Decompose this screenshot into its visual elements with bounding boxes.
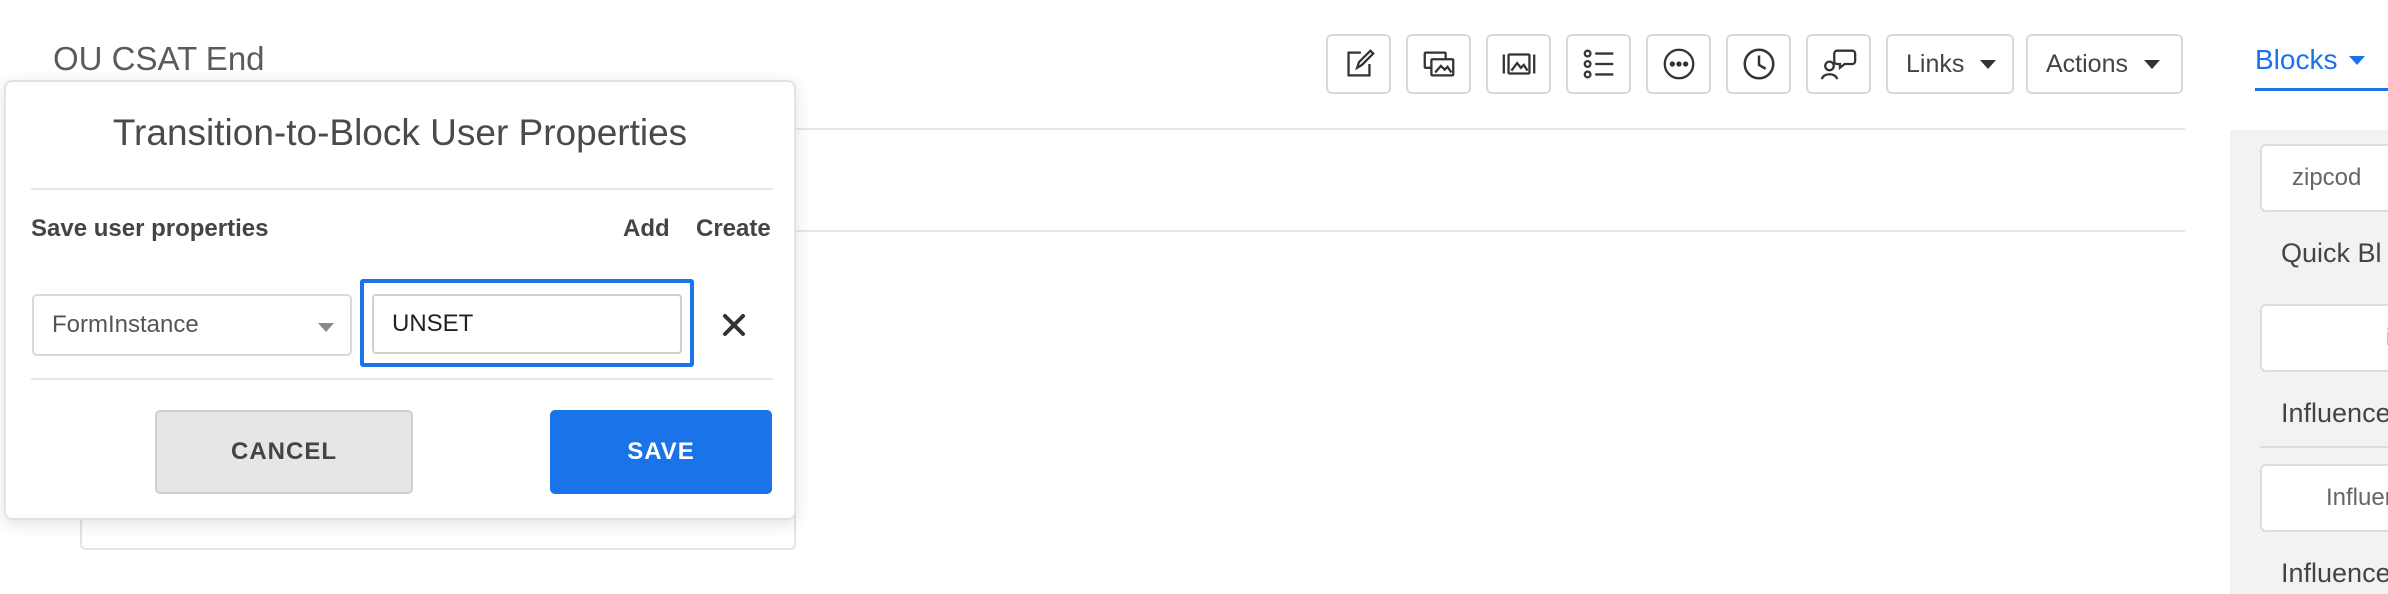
- media-icon: [1502, 53, 1535, 75]
- section-label: Influence: [2281, 558, 2388, 588]
- history-button[interactable]: [1726, 34, 1791, 94]
- more-icon: [1663, 48, 1694, 80]
- chat-user-button[interactable]: [1806, 34, 1871, 94]
- divider: [790, 230, 2185, 232]
- chevron-down-icon: [2143, 59, 2160, 69]
- property-value-input[interactable]: [372, 294, 682, 354]
- section-label: Influence: [2281, 398, 2388, 428]
- links-dropdown[interactable]: Links: [1886, 34, 2014, 94]
- actions-label: Actions: [2046, 49, 2128, 78]
- edit-icon: [1346, 49, 1375, 77]
- divider: [31, 378, 773, 380]
- close-icon: [723, 314, 745, 336]
- modal-title: Transition-to-Block User Properties: [112, 112, 688, 153]
- section-label: Quick Bl: [2281, 238, 2382, 268]
- save-button[interactable]: SAVE: [550, 410, 772, 494]
- list-button[interactable]: [1566, 34, 1631, 94]
- remove-property-button[interactable]: [716, 307, 752, 343]
- right-panel-tabbar: Blocks: [2230, 0, 2388, 130]
- create-link[interactable]: Create: [696, 215, 771, 243]
- property-select[interactable]: FormInstance: [32, 294, 352, 356]
- divider: [2260, 446, 2388, 448]
- active-tab-indicator: [2255, 88, 2388, 91]
- more-button[interactable]: [1646, 34, 1711, 94]
- divider: [790, 128, 2185, 130]
- gallery-button[interactable]: [1406, 34, 1471, 94]
- tab-blocks[interactable]: Blocks: [2255, 44, 2366, 76]
- cancel-button[interactable]: CANCEL: [155, 410, 413, 494]
- chevron-down-icon: [2349, 55, 2366, 65]
- media-button[interactable]: [1486, 34, 1551, 94]
- edit-button[interactable]: [1326, 34, 1391, 94]
- actions-dropdown[interactable]: Actions: [2026, 34, 2183, 94]
- chevron-down-icon: [1980, 59, 1997, 69]
- page-title: OU CSAT End: [53, 40, 265, 77]
- chevron-down-icon: [318, 323, 334, 332]
- save-user-properties-label: Save user properties: [31, 215, 269, 242]
- clock-icon: [1743, 48, 1774, 80]
- tab-blocks-label: Blocks: [2255, 44, 2338, 75]
- right-panel: Blocks zipcod Quick Bl in Influence Infl…: [2230, 0, 2388, 594]
- user-properties-modal: Transition-to-Block User Properties Save…: [4, 80, 796, 520]
- block-item[interactable]: Influen: [2260, 464, 2388, 532]
- add-link[interactable]: Add: [623, 215, 670, 243]
- block-search-input[interactable]: zipcod: [2260, 144, 2388, 212]
- links-label: Links: [1906, 49, 1965, 78]
- chat-user-icon: [1820, 49, 1856, 80]
- property-select-value: FormInstance: [52, 311, 199, 338]
- divider: [31, 188, 773, 190]
- gallery-icon: [1423, 51, 1454, 77]
- block-item[interactable]: in: [2260, 304, 2388, 372]
- list-icon: [1583, 49, 1613, 79]
